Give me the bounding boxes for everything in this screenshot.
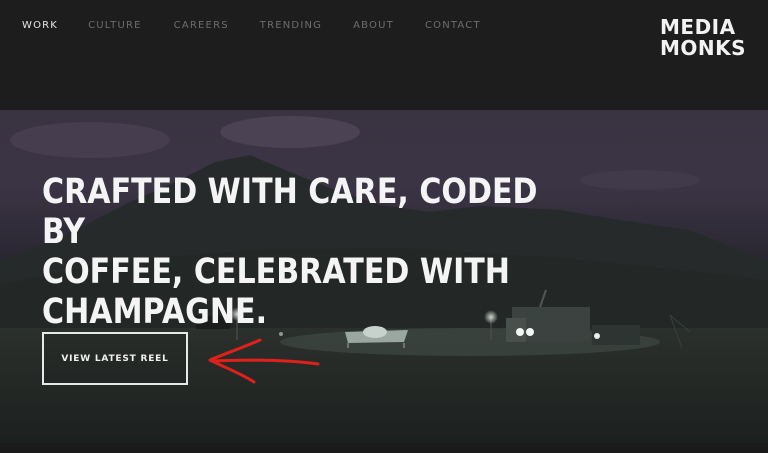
view-latest-reel-button[interactable]: VIEW LATEST REEL [42,332,188,385]
nav-contact-link[interactable]: CONTACT [425,20,481,31]
headline-line-1: CRAFTED WITH CARE, CODED BY [42,172,538,252]
headline-line-2: COFFEE, CELEBRATED WITH [42,252,511,292]
page: WORK CULTURE CAREERS TRENDING ABOUT CONT… [0,0,768,453]
nav-about-link[interactable]: ABOUT [353,20,394,31]
media-monks-logo[interactable]: MEDIA MONKS [660,17,752,59]
red-annotation-arrow-icon [208,338,320,384]
nav-careers-link[interactable]: CAREERS [174,20,229,31]
logo-line-1: MEDIA [660,15,736,39]
nav-work-link[interactable]: WORK [22,20,58,31]
hero-headline: CRAFTED WITH CARE, CODED BY COFFEE, CELE… [42,172,558,332]
nav-culture-link[interactable]: CULTURE [88,20,142,31]
bottom-strip [0,443,768,453]
site-header: WORK CULTURE CAREERS TRENDING ABOUT CONT… [0,0,768,110]
main-nav: WORK CULTURE CAREERS TRENDING ABOUT CONT… [22,20,481,31]
logo-line-2: MONKS [660,36,747,60]
nav-trending-link[interactable]: TRENDING [260,20,322,31]
hero-section: CRAFTED WITH CARE, CODED BY COFFEE, CELE… [0,110,768,443]
headline-line-3: CHAMPAGNE. [42,292,268,332]
